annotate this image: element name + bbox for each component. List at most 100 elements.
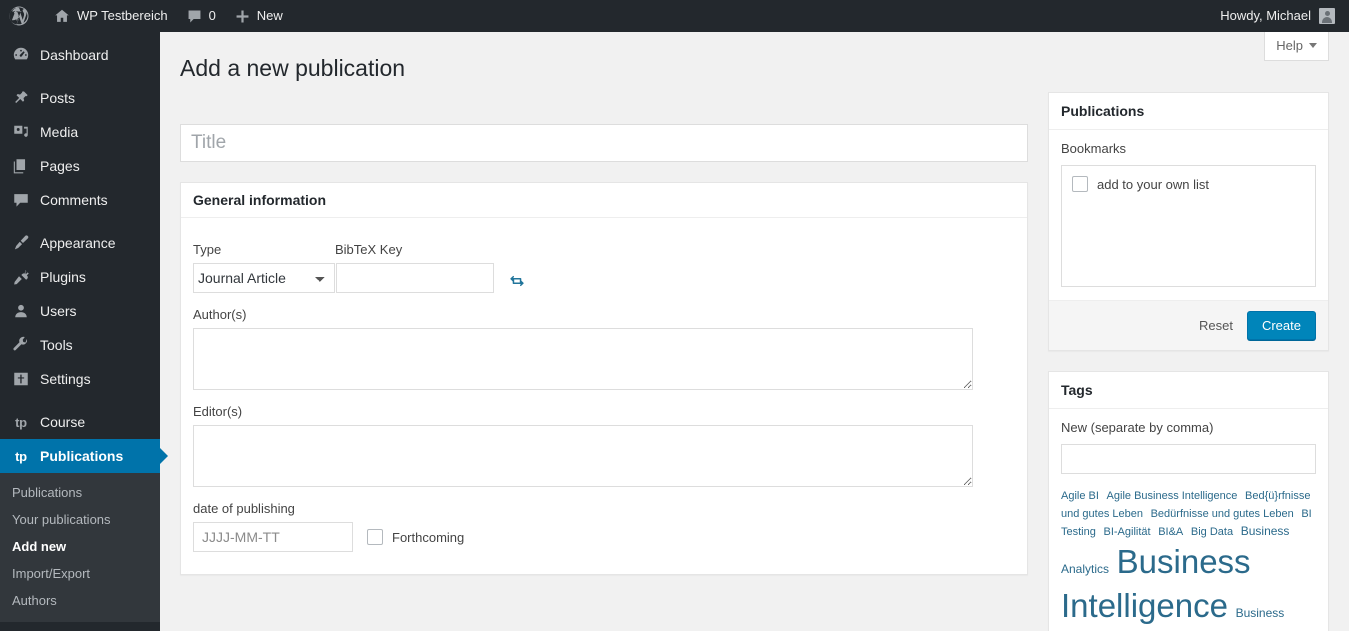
comments-menu[interactable]: 0 (177, 0, 225, 32)
tp-icon: tp (15, 448, 27, 464)
sidebar-item-users[interactable]: Users (0, 294, 160, 328)
comments-count: 0 (208, 8, 216, 23)
bibtex-key-label: BibTeX Key (335, 242, 403, 257)
submenu-item-your-publications[interactable]: Your publications (0, 506, 160, 533)
bookmarks-list[interactable]: add to your own list (1061, 165, 1316, 287)
site-name-menu[interactable]: WP Testbereich (44, 0, 177, 32)
tag-cloud-link[interactable]: Big Data (1191, 526, 1233, 538)
page-icon (11, 156, 31, 176)
date-of-publishing-label: date of publishing (193, 501, 295, 516)
help-tab-button[interactable]: Help (1264, 32, 1329, 61)
side-column: Publications Bookmarks add to your own l… (1048, 92, 1329, 631)
submenu-item-authors[interactable]: Authors (0, 587, 160, 614)
type-label: Type (193, 242, 222, 257)
my-account-menu[interactable]: Howdy, Michael (1211, 0, 1349, 32)
bookmark-row: add to your own list (1072, 176, 1305, 192)
new-tags-label: New (separate by comma) (1061, 420, 1214, 435)
new-content-menu[interactable]: New (225, 0, 292, 32)
help-tab-wrapper: Help (1264, 32, 1329, 61)
type-select[interactable]: Journal Article (193, 263, 335, 293)
sidebar-item-dashboard[interactable]: Dashboard (0, 38, 160, 72)
title-input[interactable] (180, 124, 1028, 162)
menu-separator (0, 217, 160, 226)
site-name-label: WP Testbereich (77, 8, 168, 23)
content-area: Help Add a new publication General infor… (160, 32, 1349, 631)
sidebar-item-comments[interactable]: Comments (0, 183, 160, 217)
sidebar-item-publications[interactable]: tp Publications (0, 439, 168, 473)
date-of-publishing-input[interactable] (193, 522, 353, 552)
tag-cloud-link[interactable]: Bedürfnisse und gutes Leben (1151, 508, 1294, 520)
sidebar-label: Pages (40, 158, 80, 174)
authors-textarea[interactable] (193, 328, 973, 390)
sidebar-label: Media (40, 124, 79, 140)
sidebar-item-posts[interactable]: Posts (0, 81, 160, 115)
settings-sliders-icon (11, 369, 31, 389)
update-cycle-icon[interactable] (508, 273, 526, 289)
submenu-item-import-export[interactable]: Import/Export (0, 560, 160, 587)
dashboard-icon (11, 45, 31, 65)
bibtex-key-input[interactable] (336, 263, 494, 293)
editors-label: Editor(s) (193, 404, 243, 419)
help-tab-label: Help (1276, 38, 1303, 53)
sidebar-item-pages[interactable]: Pages (0, 149, 160, 183)
tag-cloud-link[interactable]: Agile BI (1061, 490, 1099, 502)
sidebar-label: Plugins (40, 269, 86, 285)
publications-submenu: Publications Your publications Add new I… (0, 473, 160, 622)
sidebar-label: Tools (40, 337, 73, 353)
create-button[interactable]: Create (1246, 311, 1316, 340)
publication-form: General information Type BibTeX Key Jour… (180, 124, 1028, 575)
new-tags-input[interactable] (1061, 444, 1316, 474)
type-bibtex-labels: Type BibTeX Key (193, 228, 1015, 263)
date-row: Forthcoming (193, 522, 1015, 552)
submenu-item-publications[interactable]: Publications (0, 479, 160, 506)
sidebar-label: Comments (40, 192, 108, 208)
sidebar-item-media[interactable]: Media (0, 115, 160, 149)
comment-bubble-icon (186, 8, 203, 25)
sidebar-item-settings[interactable]: Settings (0, 362, 160, 396)
forthcoming-checkbox[interactable] (367, 529, 383, 545)
publications-box: Publications Bookmarks add to your own l… (1048, 92, 1329, 351)
tag-cloud-link[interactable]: BI&A (1158, 526, 1183, 538)
tags-box-body: New (separate by comma) Agile BI Agile B… (1049, 409, 1328, 631)
tags-box-header: Tags (1049, 372, 1328, 409)
sidebar-item-appearance[interactable]: Appearance (0, 226, 160, 260)
publications-box-header: Publications (1049, 93, 1328, 130)
comment-bubble-icon (11, 190, 31, 210)
tag-cloud: Agile BI Agile Business Intelligence Bed… (1061, 486, 1316, 631)
forthcoming-field: Forthcoming (367, 529, 464, 545)
tp-icon: tp (15, 414, 27, 430)
sidebar-item-tools[interactable]: Tools (0, 328, 160, 362)
media-icon (11, 122, 31, 142)
type-bibtex-row: Journal Article (193, 263, 1015, 293)
admin-bar: WP Testbereich 0 New Howdy, Michael (0, 0, 1349, 32)
submenu-item-add-new[interactable]: Add new (0, 533, 160, 560)
bookmarks-label: Bookmarks (1061, 141, 1127, 156)
wp-logo-menu[interactable] (0, 0, 44, 32)
publications-box-body: Bookmarks add to your own list (1049, 130, 1328, 300)
general-information-body: Type BibTeX Key Journal Article Author(s… (181, 218, 1027, 574)
admin-sidebar-menu: Dashboard Posts Media Pages Comments App… (0, 32, 168, 631)
sidebar-item-course[interactable]: tp Course (0, 405, 160, 439)
page-title: Add a new publication (180, 55, 406, 81)
bookmark-checkbox[interactable] (1072, 176, 1088, 192)
editors-textarea[interactable] (193, 425, 973, 487)
reset-button[interactable]: Reset (1199, 318, 1233, 333)
authors-label: Author(s) (193, 307, 247, 322)
plus-icon (234, 8, 251, 25)
wrench-icon (11, 335, 31, 355)
tag-cloud-link[interactable]: Business Intelligence (1061, 543, 1251, 625)
sidebar-label: Course (40, 414, 86, 430)
sidebar-label: Publications (40, 448, 124, 464)
menu-separator (0, 72, 160, 81)
sidebar-label: Users (40, 303, 77, 319)
wordpress-logo-icon (9, 6, 29, 26)
tag-cloud-link[interactable]: BI-Agilität (1103, 526, 1150, 538)
tag-cloud-link[interactable]: Agile Business Intelligence (1107, 490, 1238, 502)
sidebar-item-plugins[interactable]: Plugins (0, 260, 160, 294)
general-information-header: General information (181, 183, 1027, 218)
avatar (1319, 8, 1335, 24)
home-icon (53, 7, 71, 25)
sidebar-label: Settings (40, 371, 91, 387)
tags-box: Tags New (separate by comma) Agile BI Ag… (1048, 371, 1329, 631)
forthcoming-label: Forthcoming (392, 529, 465, 545)
